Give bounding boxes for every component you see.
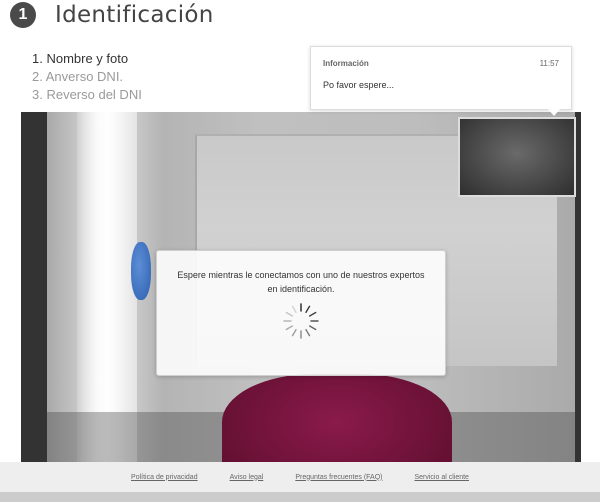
notification-title: Información [323, 59, 369, 68]
footer-link-legal[interactable]: Aviso legal [230, 474, 264, 481]
bottom-bar [0, 492, 600, 502]
page-title: Identificación [55, 2, 214, 28]
notification-message: Po favor espere... [323, 80, 395, 90]
self-view-video [458, 117, 576, 197]
loading-spinner-icon [283, 303, 319, 339]
waiting-dialog: Espere mientras le conectamos con uno de… [156, 250, 446, 376]
video-person [222, 374, 452, 462]
waiting-message: Espere mientras le conectamos con uno de… [177, 270, 425, 294]
notification-time: 11:57 [539, 59, 559, 68]
step-item-anverso-dni: 2. Anverso DNI. [32, 69, 124, 84]
footer: Política de privacidad Aviso legal Pregu… [0, 462, 600, 492]
footer-link-faq[interactable]: Preguntas frecuentes (FAQ) [295, 474, 382, 481]
footer-link-customer-service[interactable]: Servicio al cliente [414, 474, 468, 481]
step-number-badge: 1 [10, 2, 36, 28]
notification-pointer [547, 108, 561, 116]
step-item-nombre-foto: 1. Nombre y foto [32, 51, 129, 66]
footer-link-privacy[interactable]: Política de privacidad [131, 474, 198, 481]
notification-popup: Información 11:57 Po favor espere... [310, 46, 572, 116]
steps-list: 1. Nombre y foto 2. Anverso DNI. 3. Reve… [32, 50, 142, 104]
step-item-reverso-dni: 3. Reverso del DNI [32, 87, 142, 102]
video-window-light [77, 112, 137, 462]
video-blue-object [131, 242, 151, 300]
